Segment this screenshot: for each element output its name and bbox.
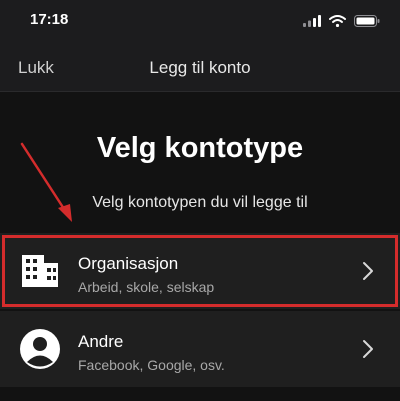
status-time: 17:18 [30,11,69,28]
option-subtitle: Arbeid, skole, selskap [78,279,215,295]
chevron-right-icon [363,340,373,358]
nav-bar: Lukk Legg til konto [0,44,400,92]
annotation-arrow-icon [20,142,72,222]
nav-title: Legg til konto [149,58,251,77]
signal-icon [303,15,321,27]
battery-icon [354,15,380,27]
status-bar: 17:18 [0,0,400,44]
option-title: Andre [78,332,124,351]
person-icon [20,329,60,369]
status-icons [303,13,380,29]
account-option-organization[interactable]: Organisasjon Arbeid, skole, selskap [0,233,400,309]
wifi-icon [329,15,346,27]
option-subtitle: Facebook, Google, osv. [78,357,225,373]
option-title: Organisasjon [78,254,179,273]
account-option-other[interactable]: Andre Facebook, Google, osv. [0,311,400,387]
building-icon [22,255,58,287]
chevron-right-icon [363,262,373,280]
